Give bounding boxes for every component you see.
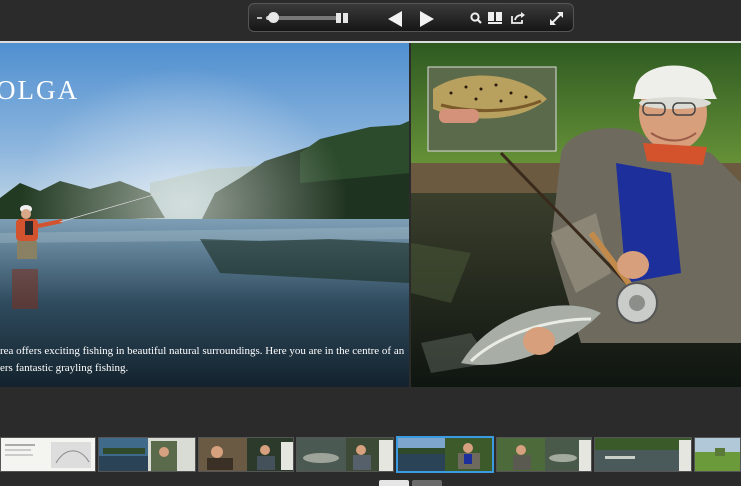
thumbnail-page-16-17[interactable] (694, 437, 741, 472)
thumbnail-page-4-5[interactable] (98, 437, 196, 472)
search-icon[interactable] (470, 12, 482, 24)
thumbnail-page-14-15[interactable] (594, 437, 692, 472)
page-title: OLGA (0, 75, 79, 105)
left-page[interactable]: OLGA rea offers exciting fishing in beau… (0, 43, 409, 387)
share-icon[interactable] (511, 11, 525, 24)
previous-page-icon[interactable] (388, 11, 402, 27)
caption-line: ers fantastic grayling fishing. (0, 362, 129, 374)
next-page-icon[interactable] (420, 11, 434, 27)
strip-scroll-handle[interactable] (379, 480, 409, 486)
zoom-slider-handle[interactable] (268, 12, 280, 23)
fullscreen-icon[interactable] (549, 11, 564, 26)
thumbnail-page-10-11[interactable] (396, 436, 494, 473)
thumbnail-page-2-3[interactable] (0, 437, 96, 472)
pages-overview-icon[interactable] (488, 12, 503, 24)
viewer-toolbar (248, 3, 574, 32)
caption-line: rea offers exciting fishing in beautiful… (0, 345, 405, 357)
right-page[interactable] (411, 43, 741, 387)
zoom-out-icon[interactable] (257, 17, 262, 19)
double-page-icon[interactable] (336, 13, 348, 23)
thumbnail-page-6-7[interactable] (198, 437, 294, 472)
zoom-slider[interactable] (266, 12, 338, 23)
thumbnail-strip (0, 436, 741, 474)
page-caption: rea offers exciting fishing in beautiful… (0, 343, 404, 377)
thumbnail-page-12-13[interactable] (496, 437, 592, 472)
angler-portrait-photo (411, 43, 741, 387)
strip-scroll-track[interactable] (412, 480, 442, 486)
thumbnail-page-8-9[interactable] (296, 437, 394, 472)
